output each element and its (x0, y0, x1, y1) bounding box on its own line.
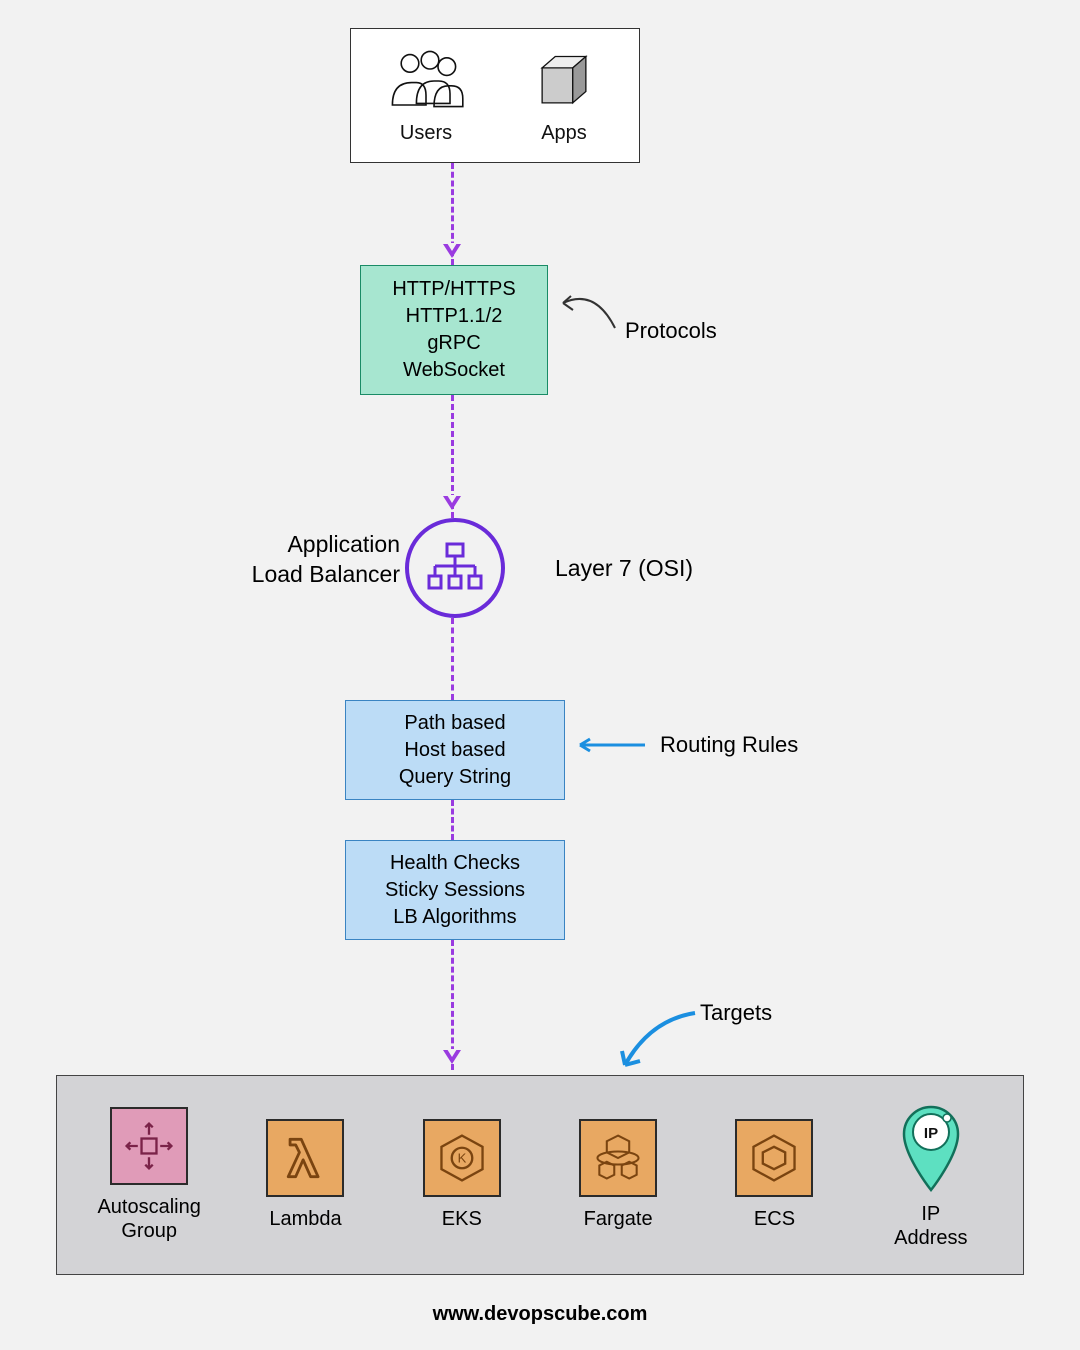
alb-title: Application Load Balancer (200, 530, 400, 590)
eks-icon: K (423, 1119, 501, 1197)
footer-attribution: www.devopscube.com (0, 1303, 1080, 1326)
protocols-side-label: Protocols (625, 318, 717, 344)
users-icon (386, 46, 466, 116)
apps-item: Apps (524, 46, 604, 145)
target-label: ECS (754, 1207, 795, 1231)
autoscaling-group-icon (110, 1107, 188, 1185)
users-item: Users (386, 46, 466, 145)
target-ip: IP IP Address (856, 1100, 1006, 1250)
protocol-line: HTTP/HTTPS (392, 276, 515, 303)
target-autoscaling: Autoscaling Group (74, 1107, 224, 1243)
apps-cube-icon (524, 46, 604, 116)
target-label: Fargate (584, 1207, 653, 1231)
routing-pointer-arrow (570, 735, 650, 755)
lambda-icon (266, 1119, 344, 1197)
health-line: Sticky Sessions (385, 877, 525, 904)
target-label: Lambda (269, 1207, 341, 1231)
target-label: IP Address (894, 1202, 967, 1250)
routing-line: Query String (399, 764, 511, 791)
apps-label: Apps (541, 122, 587, 145)
protocols-pointer-arrow (555, 278, 625, 338)
load-balancer-icon (425, 541, 485, 596)
routing-line: Path based (404, 710, 505, 737)
target-fargate: Fargate (543, 1119, 693, 1231)
targets-pointer-arrow (610, 1005, 700, 1080)
protocol-line: HTTP1.1/2 (406, 303, 503, 330)
targets-side-label: Targets (700, 1000, 772, 1026)
alb-layer-label: Layer 7 (OSI) (555, 555, 693, 582)
health-checks-box: Health Checks Sticky Sessions LB Algorit… (345, 840, 565, 940)
protocol-line: gRPC (427, 330, 480, 357)
svg-text:K: K (457, 1151, 466, 1166)
routing-side-label: Routing Rules (660, 732, 798, 758)
arrow-routing-to-health (451, 800, 459, 840)
routing-line: Host based (404, 737, 505, 764)
protocols-box: HTTP/HTTPS HTTP1.1/2 gRPC WebSocket (360, 265, 548, 395)
svg-text:IP: IP (924, 1125, 938, 1142)
arrow-alb-to-routing (451, 618, 459, 700)
alb-node (405, 518, 505, 618)
target-eks: K EKS (387, 1119, 537, 1231)
target-label: Autoscaling Group (97, 1195, 200, 1243)
protocol-line: WebSocket (403, 357, 505, 384)
targets-container: Autoscaling Group Lambda K (56, 1075, 1024, 1275)
health-line: Health Checks (390, 850, 520, 877)
clients-box: Users Apps (350, 28, 640, 163)
ecs-icon (735, 1119, 813, 1197)
target-label: EKS (442, 1207, 482, 1231)
routing-rules-box: Path based Host based Query String (345, 700, 565, 800)
alb-architecture-diagram: Users Apps HTTP/HTTPS HTTP1.1/2 gRPC Web… (0, 0, 1080, 1350)
fargate-icon (579, 1119, 657, 1197)
target-lambda: Lambda (230, 1119, 380, 1231)
users-label: Users (400, 122, 452, 145)
ip-address-pin-icon: IP (896, 1100, 966, 1192)
health-line: LB Algorithms (393, 904, 516, 931)
target-ecs: ECS (699, 1119, 849, 1231)
